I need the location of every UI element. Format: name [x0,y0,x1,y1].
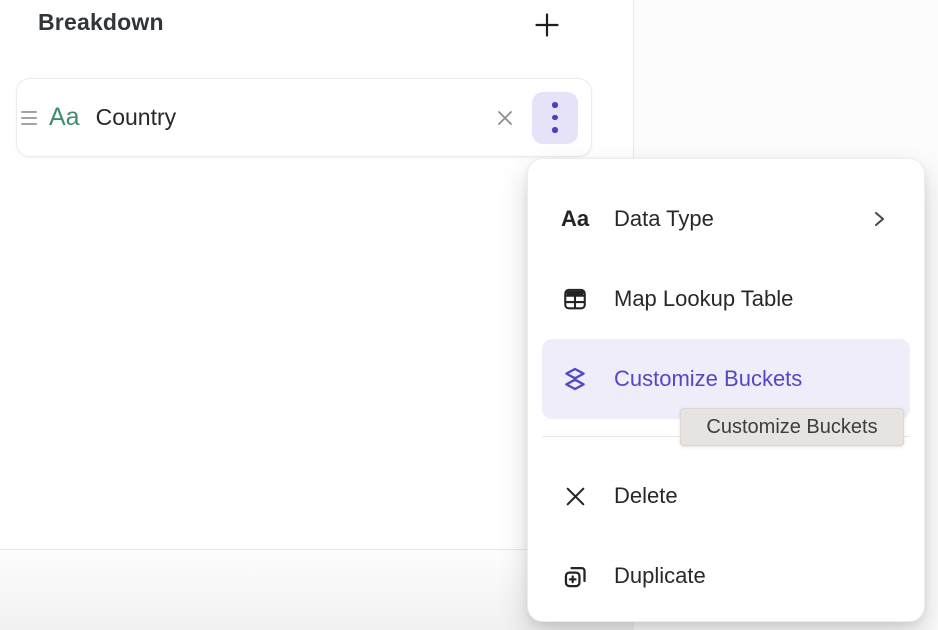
table-icon [560,286,590,312]
field-options-menu: Aa Data Type Map Lookup Table Customize … [527,158,925,622]
drag-handle-icon[interactable] [21,111,37,125]
add-breakdown-button[interactable] [528,6,566,44]
menu-item-label: Map Lookup Table [614,286,793,312]
field-type-badge: Aa [49,103,80,132]
field-more-options-button[interactable] [532,92,578,144]
menu-item-delete[interactable]: Delete [542,456,910,536]
x-icon [560,484,590,509]
copy-plus-icon [560,563,590,590]
menu-item-label: Duplicate [614,563,706,589]
plus-icon [533,11,561,39]
menu-item-customize-buckets[interactable]: Customize Buckets [542,339,910,419]
chevron-right-icon [870,209,888,229]
menu-item-duplicate[interactable]: Duplicate [542,536,910,616]
menu-item-label: Delete [614,483,678,509]
page-title: Breakdown [38,9,164,36]
breakdown-field-card: Aa Country [16,78,592,157]
layers-icon [560,365,590,393]
text-type-icon: Aa [560,206,590,232]
menu-item-map-lookup-table[interactable]: Map Lookup Table [542,259,910,339]
menu-item-label: Data Type [614,206,714,232]
tooltip: Customize Buckets [680,408,904,446]
kebab-menu-icon [552,102,558,108]
field-name: Country [96,104,177,131]
menu-item-data-type[interactable]: Aa Data Type [542,179,910,259]
remove-field-button[interactable] [485,98,525,138]
menu-item-label: Customize Buckets [614,366,802,392]
close-icon [493,106,517,130]
